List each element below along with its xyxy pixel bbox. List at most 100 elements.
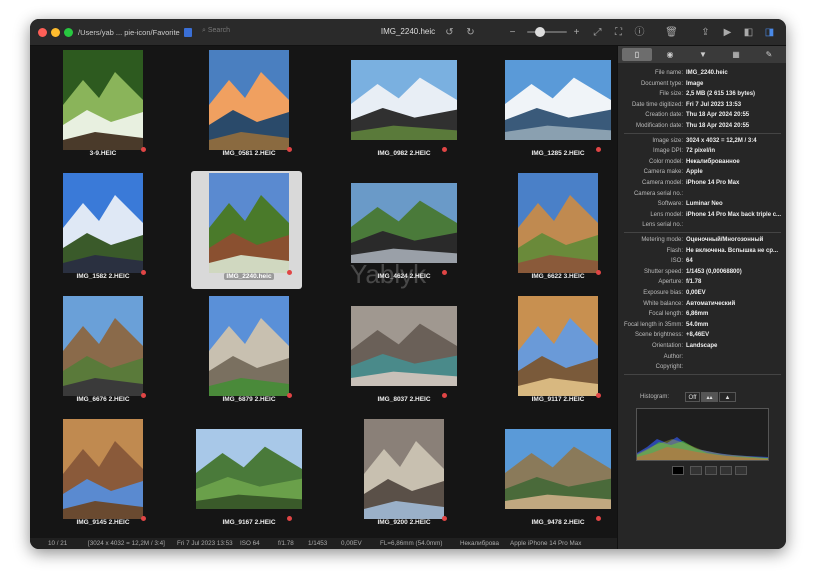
histogram-luminance-button[interactable]: ▴▴ <box>701 392 718 402</box>
thumbnail-cell[interactable]: IMG_6622 3.HEIC <box>485 171 631 294</box>
thumbnail-cell[interactable]: IMG_9167 2.HEIC <box>176 417 322 540</box>
info-value[interactable]: 0,00EV <box>686 288 784 298</box>
info-value[interactable]: Fri 7 Jul 2023 13:53 <box>686 100 784 110</box>
sidebar-right-icon[interactable]: ◨ <box>763 26 776 39</box>
thumbnail-cell[interactable]: IMG_9117 2.HEIC <box>485 294 631 417</box>
info-icon[interactable]: ⓘ <box>633 26 646 39</box>
color-swatch <box>705 466 717 475</box>
info-key: Shutter speed: <box>643 268 683 275</box>
thumbnail-image[interactable] <box>518 173 598 273</box>
color-swatch <box>690 466 702 475</box>
thumbnail-filename: IMG_0581 2.HEIC <box>222 150 276 157</box>
thumbnail-image[interactable] <box>63 419 143 519</box>
info-value[interactable]: 3024 x 4032 = 12,2M / 3:4 <box>686 136 784 146</box>
info-value[interactable]: 64 <box>686 256 784 266</box>
rotate-right-icon[interactable]: ↻ <box>464 26 477 39</box>
histogram-rgb-button[interactable]: ▲ <box>719 392 736 402</box>
info-value[interactable]: 6,86mm <box>686 309 784 319</box>
thumbnail-image[interactable] <box>364 419 444 519</box>
histogram-label: Histogram: <box>640 394 670 400</box>
info-value[interactable]: IMG_2240.heic <box>686 68 784 78</box>
slideshow-icon[interactable]: ▶ <box>721 26 734 39</box>
thumbnail-image[interactable] <box>351 183 457 263</box>
info-value[interactable]: 1/1453 (0,00068800) <box>686 267 784 277</box>
thumbnail-image[interactable] <box>63 173 143 273</box>
info-row: Lens model: iPhone 14 Pro Max back triple… <box>618 210 786 220</box>
thumbnail-image[interactable] <box>351 306 457 386</box>
info-value[interactable]: Автоматический <box>686 299 784 309</box>
info-value[interactable]: 72 pixel/in <box>686 146 784 156</box>
note-icon[interactable]: ✎ <box>754 48 784 61</box>
thumbnail-cell[interactable]: IMG_9200 2.HEIC <box>331 417 477 540</box>
funnel-icon[interactable]: ▼ <box>688 48 718 61</box>
color-swatch <box>735 466 747 475</box>
trash-icon[interactable]: 🗑 <box>665 26 678 39</box>
info-value[interactable]: Image <box>686 79 784 89</box>
info-value[interactable]: 54.0mm <box>686 320 784 330</box>
info-value[interactable]: 2,5 MB (2 615 136 bytes) <box>686 89 784 99</box>
info-value[interactable]: +8,46EV <box>686 330 784 340</box>
info-key: ISO: <box>670 258 683 265</box>
search-field[interactable]: ⌕ Search <box>202 27 250 38</box>
info-row: Flash: Не включена. Вспышка не ср... <box>618 246 786 256</box>
fit-icon[interactable]: ⤢ <box>591 26 604 39</box>
thumbnail-image[interactable] <box>63 296 143 396</box>
thumbnail-cell[interactable]: 3-9.HEIC <box>30 48 176 171</box>
zoom-slider[interactable] <box>527 31 567 33</box>
zoom-in-icon[interactable]: + <box>570 26 583 39</box>
minimize-button[interactable] <box>51 28 60 37</box>
histogram-off-button[interactable]: Off <box>685 392 700 402</box>
folder-icon[interactable] <box>184 28 192 37</box>
thumbnail-cell[interactable]: IMG_6879 2.HEIC <box>176 294 322 417</box>
thumbnail-image[interactable] <box>63 50 143 150</box>
info-value[interactable]: Thu 18 Apr 2024 20:55 <box>686 110 784 120</box>
zoom-out-icon[interactable]: − <box>506 26 519 39</box>
thumbnail-image[interactable] <box>505 429 611 509</box>
map-icon[interactable]: ▦ <box>721 48 751 61</box>
info-value[interactable]: Apple <box>686 167 784 177</box>
info-row: Camera make: Apple <box>618 167 786 177</box>
info-value[interactable]: Некалиброванное <box>686 157 784 167</box>
thumbnail-filename: IMG_9145 2.HEIC <box>76 519 130 526</box>
thumbnail-cell[interactable]: IMG_0581 2.HEIC <box>176 48 322 171</box>
info-value[interactable]: Thu 18 Apr 2024 20:55 <box>686 121 784 131</box>
aperture-icon[interactable]: ◉ <box>655 48 685 61</box>
fullscreen-icon[interactable]: ⛶ <box>612 26 625 39</box>
info-key: Aperture: <box>658 279 683 286</box>
info-value[interactable]: iPhone 14 Pro Max <box>686 178 784 188</box>
thumbnail-cell[interactable]: IMG_1582 2.HEIC <box>30 171 176 294</box>
thumbnail-image[interactable] <box>209 173 289 273</box>
thumbnail-filename: IMG_6676 2.HEIC <box>76 396 130 403</box>
thumbnail-cell[interactable]: IMG_9145 2.HEIC <box>30 417 176 540</box>
thumbnail-filename: IMG_6879 2.HEIC <box>222 396 276 403</box>
thumbnail-filename: 3-9.HEIC <box>89 150 117 157</box>
document-icon[interactable]: ▯ <box>622 48 652 61</box>
thumbnail-image[interactable] <box>209 296 289 396</box>
info-value[interactable]: Не включена. Вспышка не ср... <box>686 246 784 256</box>
thumbnail-cell[interactable]: IMG_1285 2.HEIC <box>485 48 631 171</box>
close-button[interactable] <box>38 28 47 37</box>
thumbnail-cell[interactable]: IMG_8037 2.HEIC <box>331 294 477 417</box>
thumbnail-cell[interactable]: IMG_9478 2.HEIC <box>485 417 631 540</box>
location-pin-icon <box>287 270 292 275</box>
info-value[interactable]: f/1.78 <box>686 277 784 287</box>
thumbnail-cell[interactable]: IMG_6676 2.HEIC <box>30 294 176 417</box>
thumbnail-image[interactable] <box>196 429 302 509</box>
thumbnail-cell[interactable]: IMG_0982 2.HEIC <box>331 48 477 171</box>
thumbnail-image[interactable] <box>351 60 457 140</box>
info-value[interactable]: Оценочный/Многозонный <box>686 235 784 245</box>
thumbnail-image[interactable] <box>209 50 289 150</box>
thumbnail-cell[interactable]: IMG_2240.heic <box>176 171 322 294</box>
zoom-slider-knob[interactable] <box>535 27 545 37</box>
zoom-button[interactable] <box>64 28 73 37</box>
info-value[interactable]: Luminar Neo <box>686 199 784 209</box>
thumbnail-image[interactable] <box>518 296 598 396</box>
info-value[interactable]: iPhone 14 Pro Max back triple c... <box>686 210 784 220</box>
sidebar-left-icon[interactable]: ◧ <box>742 26 755 39</box>
rotate-left-icon[interactable]: ↺ <box>443 26 456 39</box>
folder-path[interactable]: /Users/yab ... pie-icon/Favorite <box>78 28 180 37</box>
share-icon[interactable]: ⇪ <box>699 26 712 39</box>
info-value[interactable]: Landscape <box>686 341 784 351</box>
thumbnail-label: IMG_1582 2.HEIC <box>30 273 176 280</box>
thumbnail-image[interactable] <box>505 60 611 140</box>
